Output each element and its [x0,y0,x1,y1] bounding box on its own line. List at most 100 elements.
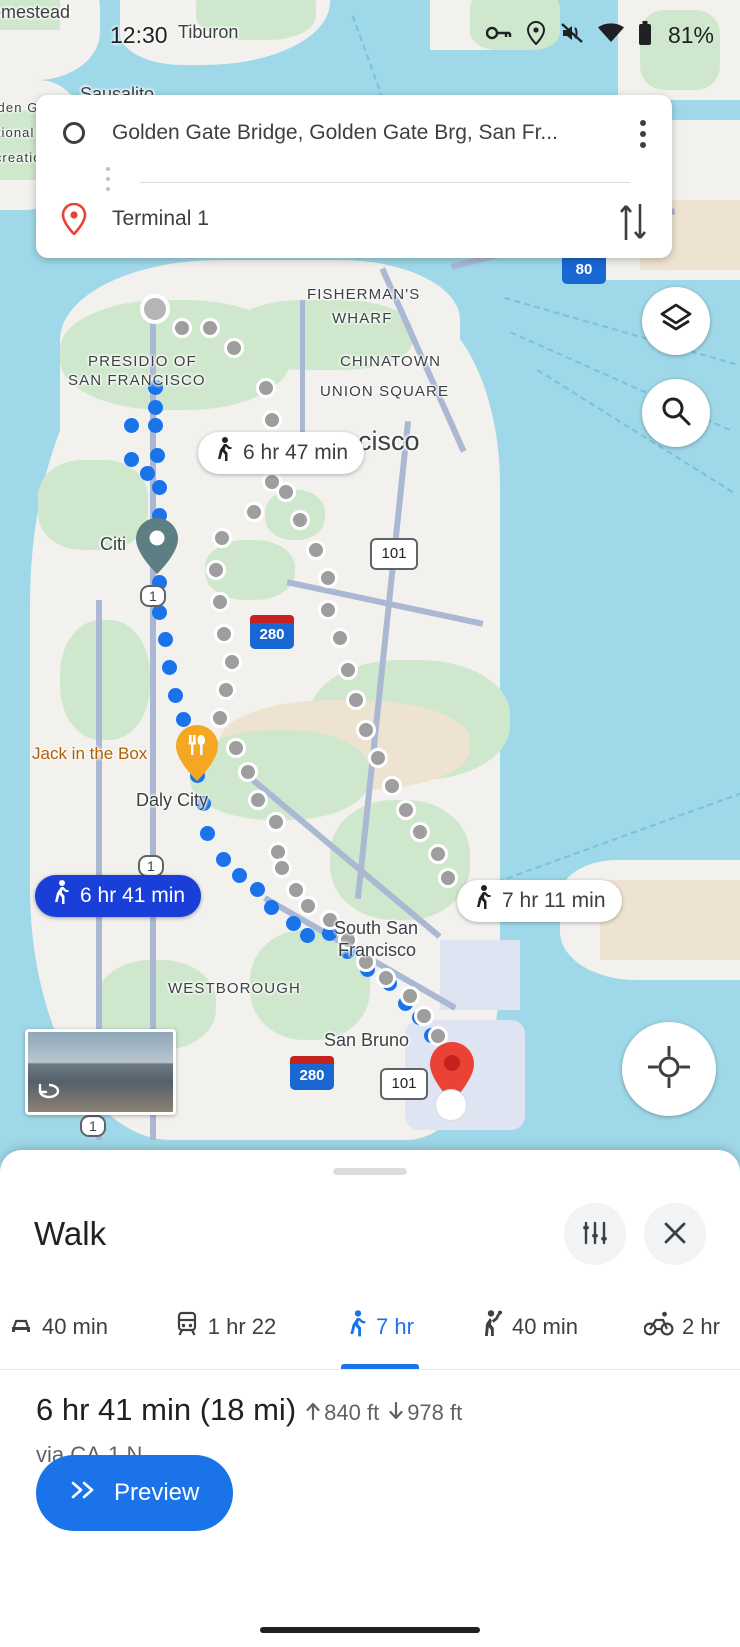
car-icon [8,1311,34,1343]
route-chip-alt-top[interactable]: 6 hr 47 min [198,432,365,474]
system-nav-bar [260,1627,480,1633]
sheet-drag-handle[interactable] [333,1168,407,1175]
route-waypoint-dot [232,868,247,883]
map-label: National [0,125,35,140]
map-label: PRESIDIO OF [88,353,197,370]
map-label: FISHERMAN'S [307,286,421,303]
my-location-button[interactable] [622,1022,716,1116]
route-chip-duration: 6 hr 47 min [243,441,349,464]
alt-route-waypoint-dot [238,762,258,782]
map-search-button[interactable] [642,379,710,447]
highway-shield-280: 280 [250,615,294,649]
walk-icon [473,885,493,917]
map-label: Francisco [338,940,417,960]
page-title: Walk [34,1215,107,1252]
origin-circle-icon [36,122,112,144]
route-waypoint-dot [152,605,167,620]
route-chip-selected[interactable]: 6 hr 41 min [35,875,202,917]
poi-pin-citi[interactable] [136,518,178,579]
alt-route-waypoint-dot [428,844,448,864]
route-waypoint-dot [162,660,177,675]
double-chevron-right-icon [70,1479,98,1507]
map-label: Daly City [136,790,209,810]
tab-transit[interactable]: 1 hr 22 [134,1284,316,1369]
route-waypoint-dot [264,900,279,915]
my-location-icon [647,1045,691,1093]
travel-mode-label: 7 hr [376,1313,414,1339]
walk-icon [51,880,71,912]
rotate-street-view-icon [36,1079,62,1106]
route-waypoint-dot [148,418,163,433]
overflow-menu-icon[interactable] [640,120,646,148]
field-divider [140,182,630,183]
map-label: SAN FRANCISCO [68,372,206,389]
battery-percent: 81% [667,21,714,48]
travel-mode-label: 40 min [41,1313,109,1339]
destination-field[interactable]: Terminal 1 [36,189,672,249]
map-green [38,460,148,550]
route-waypoint-dot [286,916,301,931]
alt-route-waypoint-dot [244,502,264,522]
arrow-up-icon [306,1400,320,1426]
elevation-gain-value: 840 ft [324,1400,380,1425]
preview-button-label: Preview [114,1479,200,1506]
elevation-loss: 978 ft [389,1400,462,1426]
map-label: CHINATOWN [340,353,442,370]
route-options-button[interactable] [564,1203,626,1265]
alt-route-waypoint-dot [298,896,318,916]
route-waypoint-dot [216,852,231,867]
close-icon [661,1219,689,1250]
poi-pin-jack-in-the-box[interactable] [176,725,218,786]
travel-mode-label: 2 hr [682,1313,720,1339]
route-waypoint-dot [200,826,215,841]
alt-route-waypoint-dot [172,318,192,338]
layers-button[interactable] [642,287,710,355]
route-waypoint-dot [250,882,265,897]
alt-route-waypoint-dot [438,868,458,888]
route-waypoint-dot [148,400,163,415]
arrow-down-icon [389,1400,403,1426]
alt-route-waypoint-dot [262,410,282,430]
alt-route-waypoint-dot [338,660,358,680]
alt-route-waypoint-dot [396,800,416,820]
alt-route-waypoint-dot [368,748,388,768]
route-waypoint-dot [150,448,165,463]
route-options-icon [581,1219,609,1250]
bike-icon [643,1311,674,1343]
battery-icon [638,20,652,50]
map-label: Citi [100,534,126,554]
mute-icon [560,22,584,49]
directions-search-card: Golden Gate Bridge, Golden Gate Brg, San… [36,95,672,258]
route-origin-node [140,294,170,324]
tab-rideshare[interactable]: 40 min [444,1284,612,1369]
route-chip-alt-right[interactable]: 7 hr 11 min [457,880,622,922]
alt-route-waypoint-dot [290,510,310,530]
street-view-thumbnail[interactable] [25,1029,176,1115]
status-bar-icons: 81% [485,20,714,50]
highway-shield-280: 280 [290,1056,334,1090]
tab-bike[interactable]: 2 hr [612,1284,740,1369]
transit-icon [174,1311,200,1343]
route-waypoint-dot [124,452,139,467]
route-waypoint-dot [158,632,173,647]
travel-mode-tabs[interactable]: 40 min 1 hr 22 7 hr 40 min 2 hr [0,1284,740,1370]
close-button[interactable] [644,1203,706,1265]
map-label: cisco [358,426,420,456]
status-bar-clock: 12:30 [110,21,168,48]
alt-route-waypoint-dot [210,592,230,612]
highway-shield-101: 101 [380,1068,428,1100]
route-waypoint-dot [300,928,315,943]
location-icon [526,20,546,50]
preview-button[interactable]: Preview [36,1455,234,1531]
swap-route-icon[interactable] [616,200,650,249]
origin-text: Golden Gate Bridge, Golden Gate Brg, San… [112,121,558,144]
tab-drive[interactable]: 40 min [0,1284,134,1369]
tab-walk[interactable]: 7 hr [316,1284,444,1369]
alt-route-waypoint-dot [318,600,338,620]
status-bar: 12:30 81% [0,0,740,70]
walk-icon [214,437,234,469]
elevation-gain: 840 ft [306,1400,379,1426]
alt-route-waypoint-dot [330,628,350,648]
alt-route-waypoint-dot [266,812,286,832]
origin-field[interactable]: Golden Gate Bridge, Golden Gate Brg, San… [36,103,672,163]
